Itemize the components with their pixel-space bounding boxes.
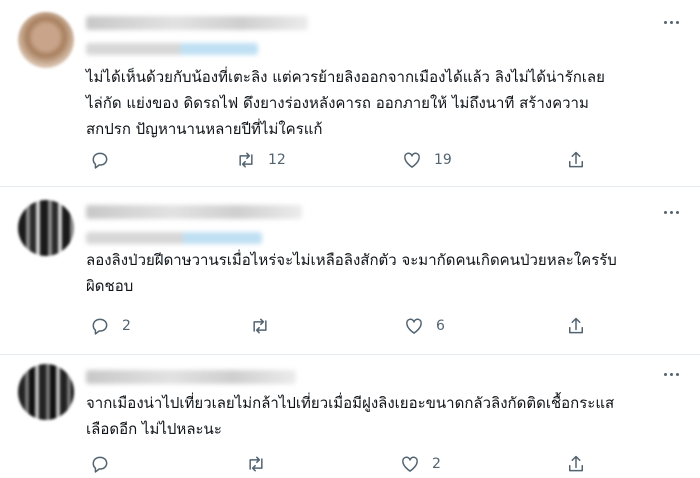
reply-icon: [92, 456, 108, 473]
author-handle-blurred[interactable]: [86, 232, 262, 244]
author-name-blurred[interactable]: [86, 370, 296, 384]
more-options-icon[interactable]: [660, 363, 682, 385]
more-options-icon[interactable]: [660, 11, 682, 33]
reply-button[interactable]: [90, 454, 122, 474]
heart-icon: [406, 318, 422, 334]
share-button[interactable]: [566, 454, 586, 474]
retweet-button[interactable]: 12: [236, 150, 286, 170]
author-name-blurred[interactable]: [86, 16, 308, 30]
tweet-text: ไม่ได้เห็นด้วยกับน้องที่เตะลิง แต่ควรย้า…: [86, 68, 605, 138]
tweet-text: จากเมืองน่าไปเที่ยวเลยไม่กล้าไปเที่ยวเมื…: [86, 394, 615, 438]
avatar[interactable]: [18, 200, 74, 256]
share-icon: [569, 455, 583, 472]
avatar[interactable]: [18, 364, 74, 420]
retweet-count: 12: [268, 152, 286, 168]
avatar[interactable]: [18, 12, 74, 68]
more-options-icon[interactable]: [660, 201, 682, 223]
retweet-button[interactable]: [250, 316, 282, 336]
author-name-blurred[interactable]: [86, 205, 302, 219]
share-icon: [569, 317, 583, 334]
like-button[interactable]: 19: [402, 150, 452, 170]
like-count: 2: [432, 456, 441, 472]
reply-button[interactable]: [90, 150, 122, 170]
reply-icon: [92, 318, 108, 335]
retweet-button[interactable]: [246, 454, 278, 474]
retweet-icon: [253, 318, 267, 334]
reply-icon: [92, 152, 108, 169]
retweet-icon: [249, 456, 263, 472]
share-button[interactable]: [566, 150, 586, 170]
heart-icon: [404, 152, 420, 168]
retweet-icon: [239, 152, 253, 168]
author-handle-blurred[interactable]: [86, 43, 258, 55]
heart-icon: [402, 456, 418, 472]
tweet-text: ลองลิงป่วยฝีดาษวานรเมื่อไหร่จะไม่เหลือลิ…: [86, 251, 617, 295]
share-button[interactable]: [566, 316, 586, 336]
like-button[interactable]: 2: [400, 454, 441, 474]
like-count: 19: [434, 152, 452, 168]
reply-count: 2: [122, 318, 131, 334]
reply-button[interactable]: 2: [90, 316, 131, 336]
like-count: 6: [436, 318, 445, 334]
share-icon: [569, 151, 583, 168]
like-button[interactable]: 6: [404, 316, 445, 336]
